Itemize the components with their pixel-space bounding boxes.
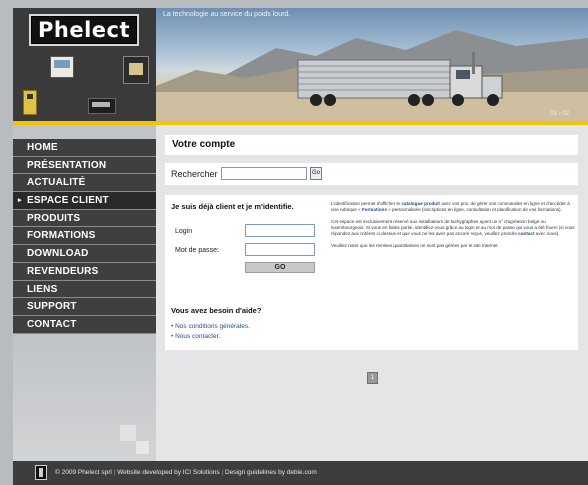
product-image-tablet (50, 56, 74, 78)
login-go-button[interactable]: GO (245, 262, 315, 273)
contact-link[interactable]: contact (518, 231, 534, 236)
nav-item-produits[interactable]: PRODUITS (13, 209, 156, 228)
nav-item-label: PRÉSENTATION (27, 159, 107, 171)
developer-link[interactable]: Website developed by ICI Solutions (117, 469, 220, 476)
nav-item-label: LIENS (27, 283, 58, 295)
product-image-tachograph (88, 98, 116, 114)
password-field[interactable] (245, 243, 315, 256)
catalogue-link[interactable]: catalogue produit (401, 201, 440, 206)
main-navigation: HOME PRÉSENTATION ACTUALITÉ ▸ ESPACE CLIENT P… (13, 139, 156, 334)
help-heading: Vous avez besoin d'aide? (171, 306, 262, 315)
nav-item-download[interactable]: DOWNLOAD (13, 245, 156, 263)
contact-us-link[interactable]: • Nous contacter. (171, 333, 220, 340)
footer-separator: | (113, 469, 116, 476)
nav-item-espace-client[interactable]: ▸ ESPACE CLIENT (13, 192, 156, 210)
copyright-text: © 2009 Phelect sprl (55, 469, 112, 476)
nav-item-revendeurs[interactable]: REVENDEURS (13, 262, 156, 281)
info-text: » personnalisée (inscriptions en ligne, … (386, 207, 562, 212)
footer-text: © 2009 Phelect sprl | Website developed … (55, 469, 317, 476)
general-conditions-link[interactable]: • Nos conditions générales. (171, 323, 250, 330)
design-link[interactable]: Design guidelines by debie.com (225, 469, 317, 476)
info-text: L'identification permet d'afficher le (331, 201, 402, 206)
search-input[interactable] (221, 167, 307, 180)
active-arrow-icon: ▸ (18, 197, 22, 205)
nav-item-home[interactable]: HOME (13, 139, 156, 157)
product-image-handheld (23, 90, 37, 115)
search-label: Rechercher (171, 169, 218, 179)
truck-landscape-image (156, 30, 588, 121)
info-paragraph: Veuillez noter que les remises quantitat… (331, 243, 499, 248)
nav-item-actualit[interactable]: ACTUALITÉ (13, 174, 156, 193)
phelect-icon (35, 465, 47, 480)
header-banner: La technologie au service du poids lourd… (156, 8, 588, 121)
product-image-scanner (123, 56, 149, 84)
info-paragraph: L'identification permet d'afficher le ca… (331, 201, 575, 213)
nav-item-label: REVENDEURS (27, 265, 99, 277)
header-left: Phelect (13, 8, 156, 121)
login-panel: Je suis déjà client et je m'identifie. L… (165, 195, 578, 350)
sidebar-decoration (13, 341, 156, 461)
nav-item-pr-sentation[interactable]: PRÉSENTATION (13, 156, 156, 175)
sidebar-decoration-square (136, 441, 149, 454)
nav-item-label: HOME (27, 142, 58, 153)
page-frame: Phelect La technologie au service du poi… (0, 0, 588, 485)
title-panel: Votre compte (165, 135, 578, 155)
password-label: Mot de passe: (175, 247, 219, 254)
search-panel: Rechercher Go (165, 163, 578, 185)
footer: © 2009 Phelect sprl | Website developed … (13, 461, 588, 485)
site-logo[interactable]: Phelect (29, 14, 139, 46)
page-number-icon[interactable]: 1 (367, 372, 378, 384)
info-paragraph: Cet espace est exclusivement réservé aux… (331, 219, 575, 237)
footer-separator: | (221, 469, 224, 476)
info-text: avec nous). (534, 231, 560, 236)
nav-item-label: CONTACT (27, 318, 77, 330)
nav-item-label: FORMATIONS (27, 230, 96, 242)
nav-item-support[interactable]: SUPPORT (13, 298, 156, 316)
search-go-button[interactable]: Go (310, 167, 322, 180)
main-content: Votre compte Rechercher Go Je suis déjà … (156, 125, 588, 461)
nav-item-label: ESPACE CLIENT (27, 195, 109, 207)
login-info-text: L'identification permet d'afficher le ca… (331, 201, 575, 255)
nav-item-label: SUPPORT (27, 301, 77, 313)
formations-link[interactable]: Formations (362, 207, 387, 212)
nav-item-liens[interactable]: LIENS (13, 280, 156, 299)
header-tagline: La technologie au service du poids lourd… (163, 11, 291, 18)
login-field[interactable] (245, 224, 315, 237)
nav-item-label: DOWNLOAD (27, 248, 89, 260)
login-heading: Je suis déjà client et je m'identifie. (171, 202, 294, 211)
nav-item-label: PRODUITS (27, 212, 81, 224)
nav-item-formations[interactable]: FORMATIONS (13, 227, 156, 246)
banner-pager[interactable]: 01 - 02 (550, 111, 569, 117)
sidebar: HOME PRÉSENTATION ACTUALITÉ ▸ ESPACE CLIENT P… (13, 125, 156, 461)
nav-item-contact[interactable]: CONTACT (13, 315, 156, 334)
sidebar-decoration-square (120, 425, 136, 441)
page-title: Votre compte (172, 139, 236, 150)
nav-item-label: ACTUALITÉ (27, 177, 86, 189)
login-label: Login (175, 228, 193, 235)
